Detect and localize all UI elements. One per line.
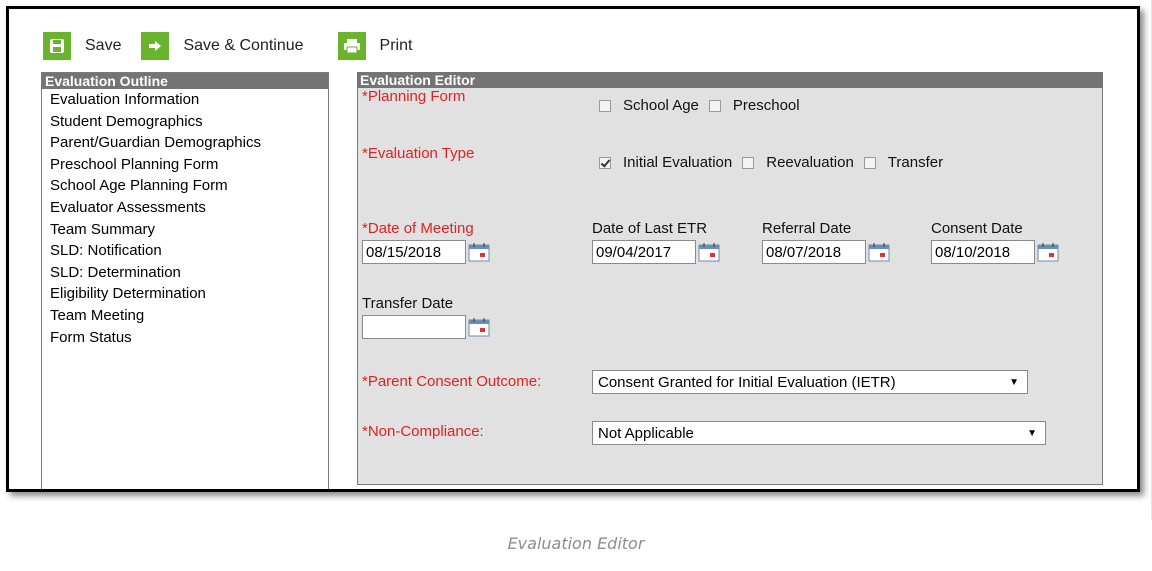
save-label: Save bbox=[85, 37, 122, 54]
consent-date-group bbox=[931, 240, 1059, 264]
evaluation-type-label: *Evaluation Type bbox=[362, 145, 475, 162]
outline-item[interactable]: Parent/Guardian Demographics bbox=[42, 132, 328, 154]
image-caption: Evaluation Editor bbox=[507, 534, 645, 553]
non-compliance-select[interactable]: Not Applicable ▼ bbox=[592, 421, 1046, 445]
outline-item[interactable]: School Age Planning Form bbox=[42, 175, 328, 197]
preschool-checkbox[interactable] bbox=[708, 99, 721, 112]
school-age-label: School Age bbox=[623, 97, 699, 114]
initial-evaluation-label: Initial Evaluation bbox=[623, 154, 733, 171]
date-of-meeting-input[interactable] bbox=[362, 240, 466, 264]
editor-header: Evaluation Editor bbox=[357, 72, 1103, 88]
initial-evaluation-checkbox[interactable] bbox=[599, 156, 611, 169]
print-button[interactable]: Print bbox=[337, 32, 413, 60]
referral-date-label: Referral Date bbox=[762, 220, 852, 237]
transfer-date-input[interactable] bbox=[362, 315, 466, 339]
outline-item[interactable]: SLD: Notification bbox=[42, 240, 328, 262]
outline-item[interactable]: Student Demographics bbox=[42, 111, 328, 133]
date-of-last-etr-label: Date of Last ETR bbox=[592, 220, 708, 237]
outline-header: Evaluation Outline bbox=[42, 73, 328, 89]
outline-item[interactable]: Form Status bbox=[42, 327, 328, 349]
parent-consent-outcome-value: Consent Granted for Initial Evaluation (… bbox=[598, 373, 896, 391]
calendar-icon[interactable] bbox=[468, 242, 490, 262]
dropdown-arrow-icon: ▼ bbox=[1027, 427, 1037, 439]
reevaluation-checkbox[interactable] bbox=[742, 156, 755, 169]
calendar-icon[interactable] bbox=[868, 242, 890, 262]
printer-icon bbox=[337, 32, 366, 60]
transfer-label: Transfer bbox=[887, 154, 944, 171]
outline-item[interactable]: Team Meeting bbox=[42, 305, 328, 327]
outline-item[interactable]: Evaluation Information bbox=[42, 89, 328, 111]
date-of-last-etr-group bbox=[592, 240, 720, 264]
floppy-disk-icon bbox=[43, 32, 71, 60]
outline-item[interactable]: SLD: Determination bbox=[42, 262, 328, 284]
preschool-label: Preschool bbox=[732, 97, 800, 114]
calendar-icon[interactable] bbox=[468, 317, 490, 337]
planning-form-options: School Age Preschool bbox=[599, 97, 810, 114]
dropdown-arrow-icon: ▼ bbox=[1009, 376, 1019, 388]
calendar-icon[interactable] bbox=[698, 242, 720, 262]
planning-form-label: *Planning Form bbox=[362, 88, 466, 105]
arrow-right-icon bbox=[141, 32, 170, 60]
evaluation-type-options: Initial Evaluation Reevaluation Transfer bbox=[599, 154, 953, 171]
evaluation-window: Save Save & Continue Print Evaluation Ou… bbox=[6, 6, 1140, 492]
parent-consent-outcome-select[interactable]: Consent Granted for Initial Evaluation (… bbox=[592, 370, 1028, 394]
transfer-date-label: Transfer Date bbox=[362, 295, 454, 312]
date-of-last-etr-input[interactable] bbox=[592, 240, 696, 264]
outline-item[interactable]: Team Summary bbox=[42, 219, 328, 241]
toolbar: Save Save & Continue Print bbox=[43, 29, 432, 63]
screenshot-area: Save Save & Continue Print Evaluation Ou… bbox=[0, 0, 1152, 520]
save-button[interactable]: Save bbox=[43, 32, 121, 60]
non-compliance-label: *Non-Compliance: bbox=[362, 423, 484, 440]
consent-date-input[interactable] bbox=[931, 240, 1035, 264]
school-age-checkbox[interactable] bbox=[599, 99, 611, 112]
evaluation-editor-panel: Evaluation Editor *Planning Form School … bbox=[357, 72, 1103, 485]
outline-item[interactable]: Evaluator Assessments bbox=[42, 197, 328, 219]
transfer-checkbox[interactable] bbox=[863, 156, 876, 169]
evaluation-outline-panel: Evaluation Outline Evaluation Informatio… bbox=[41, 72, 329, 489]
outline-list: Evaluation Information Student Demographi… bbox=[42, 89, 328, 348]
date-of-meeting-group bbox=[362, 240, 490, 264]
referral-date-input[interactable] bbox=[762, 240, 866, 264]
parent-consent-outcome-label: *Parent Consent Outcome: bbox=[362, 373, 542, 390]
date-of-meeting-label: *Date of Meeting bbox=[362, 220, 474, 237]
transfer-date-group bbox=[362, 315, 490, 339]
calendar-icon[interactable] bbox=[1037, 242, 1059, 262]
consent-date-label: Consent Date bbox=[931, 220, 1023, 237]
referral-date-group bbox=[762, 240, 890, 264]
save-continue-button[interactable]: Save & Continue bbox=[141, 32, 304, 60]
print-label: Print bbox=[379, 37, 413, 54]
outline-item[interactable]: Preschool Planning Form bbox=[42, 154, 328, 176]
save-continue-label: Save & Continue bbox=[183, 37, 304, 54]
reevaluation-label: Reevaluation bbox=[766, 154, 854, 171]
outline-item[interactable]: Eligibility Determination bbox=[42, 283, 328, 305]
non-compliance-value: Not Applicable bbox=[598, 424, 694, 442]
